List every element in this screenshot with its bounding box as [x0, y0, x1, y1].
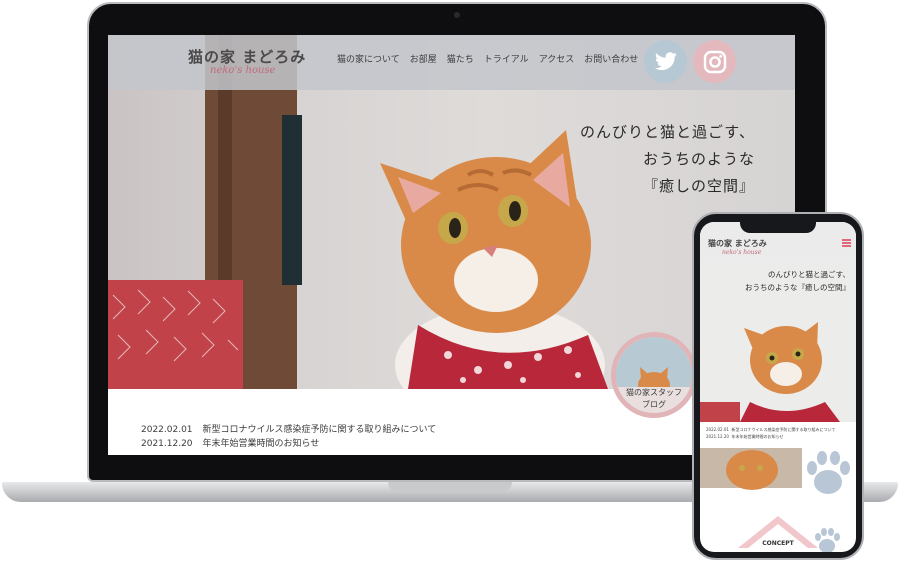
paw-print-icon [807, 451, 850, 494]
phone-hero: のんびりと猫と過ごす、 おうちのような『癒しの空間』 [700, 262, 856, 422]
phone-logo-title[interactable]: 猫の家 まどろみ [708, 238, 767, 249]
phone-news-list: 2022.02.01 新型コロナウイルス感染症予防に関する取り組みについて 20… [706, 426, 835, 440]
laptop-camera [454, 12, 460, 18]
phone-news-date: 2022.02.01 [706, 427, 729, 432]
main-nav: 猫の家について お部屋 猫たち トライアル アクセス お問い合わせ [337, 52, 638, 65]
nav-item-contact[interactable]: お問い合わせ [584, 52, 638, 65]
phone-news-title[interactable]: 新型コロナウイルス感染症予防に関する取り組みについて [731, 427, 835, 432]
news-item[interactable]: 2022.02.01 新型コロナウイルス感染症予防に関する取り組みについて [141, 423, 436, 437]
nav-item-trial[interactable]: トライアル [484, 52, 529, 65]
instagram-button[interactable] [693, 40, 736, 83]
phone-notch [740, 219, 816, 233]
nav-item-rooms[interactable]: お部屋 [410, 52, 437, 65]
twitter-button[interactable] [644, 40, 687, 83]
nav-item-access[interactable]: アクセス [539, 52, 575, 65]
instagram-icon [703, 50, 726, 73]
hero-line-2: おうちのような [642, 150, 755, 168]
phone-news-item[interactable]: 2022.02.01 新型コロナウイルス感染症予防に関する取り組みについて [706, 426, 835, 433]
phone-news-item[interactable]: 2021.12.20 年末年始営業時間のお知らせ [706, 433, 835, 440]
news-title[interactable]: 新型コロナウイルス感染症予防に関する取り組みについて [203, 423, 437, 437]
phone-news-title[interactable]: 年末年始営業時間のお知らせ [731, 434, 783, 439]
news-date: 2021.12.20 [141, 439, 193, 449]
staff-blog-label-1: 猫の家スタッフ [626, 388, 682, 397]
site-logo-subtitle: neko's house [210, 65, 276, 76]
hero-line-1: のんびりと猫と過ごす、 [580, 123, 755, 141]
hero-line-3: 『癒しの空間』 [642, 177, 755, 195]
hamburger-menu-icon[interactable] [842, 239, 851, 247]
nav-item-about[interactable]: 猫の家について [337, 52, 400, 65]
site-header: 猫の家 まどろみ neko's house 猫の家について お部屋 猫たち トラ… [108, 35, 795, 90]
laptop-notch [388, 482, 512, 492]
phone-screen: 猫の家 まどろみ neko's house のんびりと猫と過ごす、 おうちのよう… [700, 222, 856, 552]
phone-concept-label[interactable]: CONCEPT [700, 540, 856, 547]
news-item[interactable]: 2021.12.20 年末年始営業時間のお知らせ [141, 437, 436, 451]
phone-logo-subtitle: neko's house [722, 249, 762, 256]
news-title[interactable]: 年末年始営業時間のお知らせ [203, 437, 320, 451]
phone-hero-cat-photo [700, 322, 840, 422]
hero-headline: のんびりと猫と過ごす、 おうちのような 『癒しの空間』 [580, 119, 755, 200]
news-list: 2022.02.01 新型コロナウイルス感染症予防に関する取り組みについて 20… [141, 423, 436, 451]
nav-item-cats[interactable]: 猫たち [447, 52, 474, 65]
phone-news-date: 2021.12.20 [706, 434, 729, 439]
staff-blog-label-2: ブログ [642, 400, 666, 409]
site-logo-title[interactable]: 猫の家 まどろみ [188, 46, 306, 67]
news-date: 2022.02.01 [141, 425, 193, 435]
staff-blog-button[interactable]: 猫の家スタッフ ブログ [611, 332, 697, 418]
twitter-icon [654, 51, 677, 70]
